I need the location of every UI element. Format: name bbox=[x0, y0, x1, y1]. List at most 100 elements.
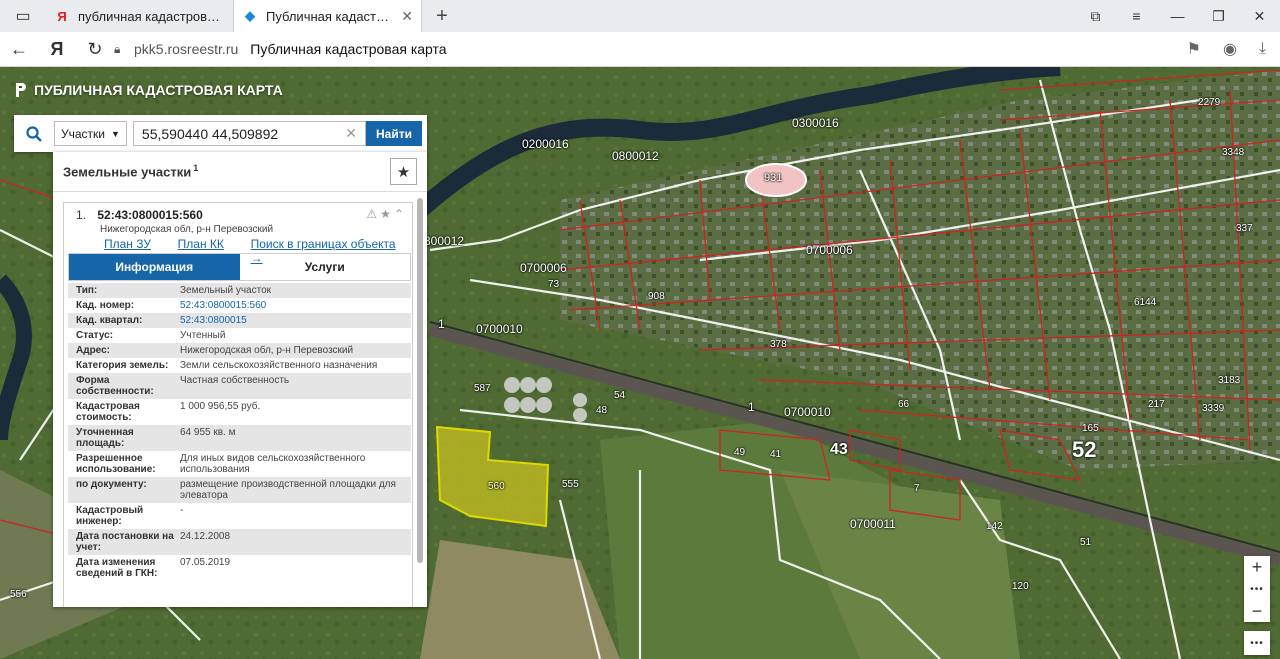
map-label: 337 bbox=[1236, 223, 1253, 234]
map-label: 908 bbox=[648, 291, 665, 302]
zoom-in-button[interactable]: + bbox=[1244, 556, 1270, 578]
map-label: 51 bbox=[1080, 537, 1092, 548]
search-input[interactable]: 55,590440 44,509892 ✕ bbox=[132, 121, 367, 146]
close-window-icon[interactable]: ✕ bbox=[1239, 0, 1280, 32]
map-label: 2279 bbox=[1198, 97, 1221, 108]
table-row: Кад. квартал: 52:43:0800015 bbox=[68, 313, 411, 328]
warning-icon[interactable]: ⚠ bbox=[366, 207, 377, 221]
table-row: Адрес: Нижегородская обл, р-н Перевозский bbox=[68, 343, 411, 358]
rosreestr-favicon-icon: ◆ bbox=[245, 8, 255, 23]
search-category-select[interactable]: Участки ▼ bbox=[54, 121, 127, 146]
tab-title: Публичная кадастровая к bbox=[266, 8, 395, 24]
search-icon[interactable] bbox=[14, 125, 54, 142]
map-label: 7 bbox=[914, 483, 920, 494]
rosreestr-logo-icon bbox=[16, 83, 26, 97]
new-tab-icon[interactable]: + bbox=[422, 0, 462, 32]
address-bar: ← Я ↻ 🔒︎ pkk5.rosreestr.ru Публичная кад… bbox=[0, 32, 1280, 67]
table-row: Форма собственности: Частная собственност… bbox=[68, 373, 411, 399]
panel-header: Земельные участки 1 ★ bbox=[53, 152, 427, 192]
map-label: 54 bbox=[614, 390, 626, 401]
table-row: Кад. номер: 52:43:0800015:560 bbox=[76, 300, 267, 311]
map-label: 120 bbox=[1012, 581, 1029, 592]
protect-icon[interactable]: ◉ bbox=[1223, 39, 1237, 59]
cadastral-number[interactable]: 52:43:0800015:560 bbox=[97, 208, 202, 222]
map-label: 3339 bbox=[1202, 403, 1225, 414]
map-label: 73 bbox=[548, 279, 560, 290]
search-button[interactable]: Найти bbox=[366, 121, 422, 146]
scrollbar-thumb[interactable] bbox=[417, 198, 423, 563]
map-label: 378 bbox=[770, 339, 787, 350]
restore-icon[interactable]: ❐ bbox=[1198, 0, 1239, 32]
map-label: 66 bbox=[898, 399, 910, 410]
yandex-favicon-icon: Я bbox=[57, 8, 67, 24]
favorites-star-button[interactable]: ★ bbox=[390, 158, 417, 185]
item-index: 1. bbox=[76, 208, 87, 222]
browser-tab-2[interactable]: ◆ Публичная кадастровая к ✕ bbox=[234, 0, 422, 32]
url-domain: pkk5.rosreestr.ru bbox=[134, 41, 239, 57]
back-icon[interactable]: ← bbox=[0, 32, 38, 67]
map-label: 142 bbox=[986, 521, 1003, 532]
tab-title: публичная кадастровая к bbox=[78, 8, 225, 24]
property-table: Тип: Земельный участок Кад. номер: 52:43:0… bbox=[68, 283, 411, 581]
table-row: Уточненная площадь: 64 955 кв. м bbox=[68, 425, 411, 451]
map-label: 41 bbox=[770, 449, 782, 460]
chevron-down-icon: ▼ bbox=[111, 128, 120, 139]
map-label: 0700011 bbox=[850, 517, 896, 531]
map-label: 0700010 bbox=[476, 322, 523, 336]
panel-scrollbar[interactable] bbox=[416, 192, 424, 607]
tab-services[interactable]: Услуги bbox=[240, 254, 411, 280]
bookmark-icon[interactable]: ⚑ bbox=[1187, 39, 1201, 59]
map-label: 49 bbox=[734, 447, 746, 458]
reload-icon[interactable]: ↻ bbox=[76, 32, 114, 67]
table-row: Статус: Учтенный bbox=[76, 330, 226, 341]
brand-title: ПУБЛИЧНАЯ КАДАСТРОВАЯ КАРТА bbox=[34, 82, 283, 98]
menu-icon[interactable]: ≡ bbox=[1116, 0, 1157, 32]
map-label: 3348 bbox=[1222, 147, 1245, 158]
map-label: 587 bbox=[474, 383, 491, 394]
table-row: Тип: Земельный участок bbox=[68, 283, 411, 298]
map-label: 560 bbox=[488, 481, 505, 492]
search-category-value: Участки bbox=[61, 126, 105, 141]
browser-tab-1[interactable]: Я публичная кадастровая к bbox=[46, 0, 234, 32]
sidebar-toggle-icon[interactable]: ▭ bbox=[0, 0, 46, 32]
more-tools-button[interactable]: ••• bbox=[1244, 631, 1270, 655]
search-bar: Участки ▼ 55,590440 44,509892 ✕ Найти bbox=[14, 115, 427, 152]
url-field[interactable]: 🔒︎ pkk5.rosreestr.ru Публичная кадастров… bbox=[114, 32, 1170, 67]
map-label: 555 bbox=[562, 479, 579, 490]
close-tab-icon[interactable]: ✕ bbox=[401, 8, 413, 25]
table-row: Дата постановки на учет: 24.12.2008 bbox=[68, 529, 411, 555]
minimize-icon[interactable]: — bbox=[1157, 0, 1198, 32]
map-label: 0700006 bbox=[520, 261, 567, 275]
download-icon[interactable]: ⤓ bbox=[1259, 40, 1266, 58]
star-icon[interactable]: ★ bbox=[380, 207, 391, 221]
browser-tabbar: ▭ Я публичная кадастровая к ◆ Публичная … bbox=[0, 0, 1280, 32]
table-row: по документу: размещение производственной… bbox=[68, 477, 411, 503]
tab-information[interactable]: Информация bbox=[69, 254, 240, 280]
map-label: 165 bbox=[1082, 423, 1099, 434]
collapse-icon[interactable]: ⌃ bbox=[394, 207, 404, 221]
parcel-card: 1. 52:43:0800015:560 Нижегородская обл, … bbox=[63, 202, 413, 607]
lock-icon: 🔒︎ bbox=[114, 41, 121, 56]
table-row: Кадастровая стоимость: 1 000 956,55 руб. bbox=[76, 401, 261, 423]
panel-heading: Земельные участки bbox=[63, 164, 192, 180]
clear-icon[interactable]: ✕ bbox=[345, 125, 357, 142]
map-label: 217 bbox=[1148, 399, 1165, 410]
table-row: Категория земель: Земли сельскохозяйствен… bbox=[76, 360, 378, 371]
map-label: 1 bbox=[748, 400, 755, 414]
map-label: 0700010 bbox=[784, 405, 831, 419]
app-brand[interactable]: ПУБЛИЧНАЯ КАДАСТРОВАЯ КАРТА bbox=[14, 82, 283, 98]
zoom-more-button[interactable]: ••• bbox=[1244, 578, 1270, 600]
map-label: 0300016 bbox=[792, 116, 839, 130]
map-label: 931 bbox=[764, 172, 783, 184]
yandex-logo-icon[interactable]: Я bbox=[38, 32, 76, 67]
map-label: 0700006 bbox=[806, 243, 853, 257]
map-label: 52 bbox=[1072, 437, 1097, 462]
map-label: 48 bbox=[596, 405, 608, 416]
zoom-out-button[interactable]: − bbox=[1244, 600, 1270, 622]
search-input-value: 55,590440 44,509892 bbox=[141, 125, 279, 142]
table-row: Дата изменения сведений в ГКН: 07.05.2019 bbox=[76, 557, 231, 579]
zoom-control: + ••• − bbox=[1244, 556, 1270, 622]
map-label: 0800012 bbox=[612, 149, 659, 163]
bookmarks-icon[interactable]: ⧉ bbox=[1075, 0, 1116, 32]
map-label: 0200016 bbox=[522, 137, 569, 151]
